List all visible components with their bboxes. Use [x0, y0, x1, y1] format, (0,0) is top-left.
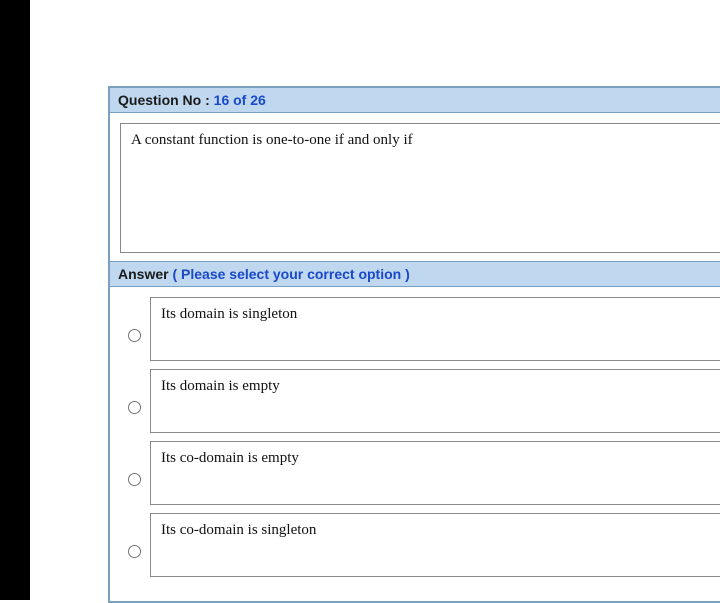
option-radio-4[interactable] [128, 545, 141, 558]
question-text-box: A constant function is one-to-one if and… [120, 123, 720, 253]
question-box-wrap: A constant function is one-to-one if and… [110, 113, 720, 261]
answer-header-hint: ( Please select your correct option ) [172, 266, 409, 282]
question-header-bar: Question No : 16 of 26 [110, 88, 720, 113]
option-radio-1[interactable] [128, 329, 141, 342]
option-row: Its domain is empty [110, 365, 720, 437]
option-box[interactable]: Its co-domain is empty [150, 441, 720, 505]
option-box[interactable]: Its domain is empty [150, 369, 720, 433]
question-text: A constant function is one-to-one if and… [131, 132, 413, 148]
option-row: Its co-domain is singleton [110, 509, 720, 581]
quiz-panel: Question No : 16 of 26 A constant functi… [108, 86, 720, 603]
option-text: Its domain is empty [161, 378, 280, 394]
question-number: 16 of 26 [214, 92, 266, 108]
answer-header-label: Answer [118, 266, 169, 282]
option-radio-cell [118, 311, 150, 347]
option-text: Its co-domain is singleton [161, 522, 316, 538]
option-row: Its co-domain is empty [110, 437, 720, 509]
options-container: Its domain is singleton Its domain is em… [110, 287, 720, 601]
option-text: Its domain is singleton [161, 306, 297, 322]
option-row: Its domain is singleton [110, 293, 720, 365]
option-radio-3[interactable] [128, 473, 141, 486]
option-radio-cell [118, 527, 150, 563]
option-box[interactable]: Its domain is singleton [150, 297, 720, 361]
option-text: Its co-domain is empty [161, 450, 299, 466]
option-radio-cell [118, 455, 150, 491]
answer-header-bar: Answer ( Please select your correct opti… [110, 261, 720, 287]
option-radio-2[interactable] [128, 401, 141, 414]
option-radio-cell [118, 383, 150, 419]
option-box[interactable]: Its co-domain is singleton [150, 513, 720, 577]
question-header-label: Question No : [118, 92, 210, 108]
left-black-margin [0, 0, 30, 600]
